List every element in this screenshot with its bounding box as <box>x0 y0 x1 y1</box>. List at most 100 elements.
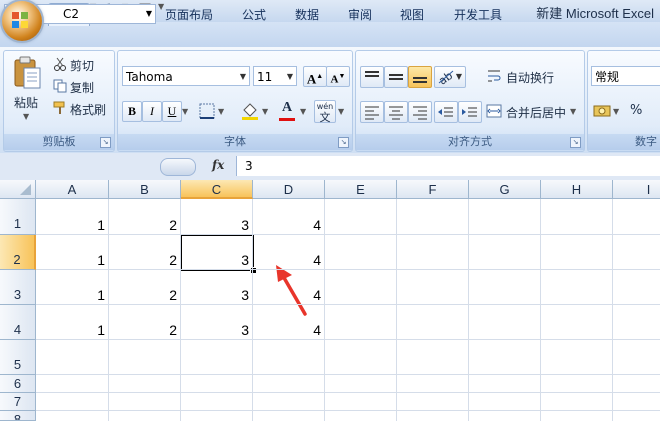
currency-icon[interactable] <box>593 102 611 120</box>
cell-d4[interactable]: 4 <box>252 305 325 340</box>
alignment-group-label: 对齐方式 <box>356 134 584 150</box>
row-header-7[interactable]: 7 <box>0 393 36 411</box>
merge-dropdown-icon[interactable]: ▼ <box>570 107 576 116</box>
office-logo-icon <box>12 12 28 28</box>
font-group: Tahoma ▼ 11 ▼ A▲ A▼ B I U ▼ ▼ ▼ A ▼ wén 文… <box>117 50 353 152</box>
orientation-button[interactable]: ab ▼ <box>434 66 466 88</box>
font-size-value: 11 <box>257 70 273 84</box>
column-header-a[interactable]: A <box>36 180 109 199</box>
column-header-g[interactable]: G <box>469 180 541 199</box>
format-painter-button[interactable]: 格式刷 <box>70 101 106 118</box>
row-header-3[interactable]: 3 <box>0 270 36 305</box>
borders-icon[interactable] <box>198 102 216 120</box>
select-all-icon <box>20 184 31 195</box>
row-header-1[interactable]: 1 <box>0 199 36 235</box>
fill-color-icon[interactable] <box>240 101 260 121</box>
cell-a2[interactable]: 1 <box>36 235 109 270</box>
shrink-font-button[interactable]: A▼ <box>326 66 350 87</box>
row-header-6[interactable]: 6 <box>0 375 36 393</box>
bold-button[interactable]: B <box>122 101 142 122</box>
align-top-icon <box>365 71 379 77</box>
phonetic-dropdown-icon[interactable]: ▼ <box>338 107 344 116</box>
select-all-button[interactable] <box>0 180 36 199</box>
number-group: 常规 ▼ % 数字 <box>587 50 660 152</box>
row-header-4[interactable]: 4 <box>0 305 36 340</box>
paste-button[interactable]: 粘贴 <box>14 94 38 111</box>
paste-icon[interactable] <box>12 56 42 90</box>
font-group-label: 字体 <box>118 134 352 150</box>
align-bottom-button[interactable] <box>408 66 432 88</box>
align-top-button[interactable] <box>360 66 384 88</box>
tab-data[interactable]: 数据 <box>287 5 327 25</box>
tab-view[interactable]: 视图 <box>392 5 432 25</box>
ribbon-tabs <box>0 22 660 47</box>
cell-b3[interactable]: 2 <box>108 270 181 305</box>
column-header-f[interactable]: F <box>397 180 469 199</box>
cell-c4[interactable]: 3 <box>180 305 253 340</box>
align-left-button[interactable] <box>360 101 384 123</box>
tab-formulas[interactable]: 公式 <box>234 5 274 25</box>
cell-b1[interactable]: 2 <box>108 199 181 235</box>
decrease-indent-button[interactable] <box>434 101 458 123</box>
font-launcher-icon[interactable]: ↘ <box>338 137 349 148</box>
currency-dropdown-icon[interactable]: ▼ <box>613 107 619 116</box>
font-name-select[interactable]: Tahoma ▼ <box>122 66 250 86</box>
align-bottom-icon <box>413 77 427 83</box>
number-format-select[interactable]: 常规 <box>591 66 660 86</box>
merge-center-button[interactable]: 合并后居中 <box>506 104 566 121</box>
tab-page-layout[interactable]: 页面布局 <box>157 5 221 25</box>
borders-dropdown-icon[interactable]: ▼ <box>218 107 224 116</box>
column-header-e[interactable]: E <box>325 180 397 199</box>
increase-indent-button[interactable] <box>458 101 482 123</box>
cell-d2[interactable]: 4 <box>252 235 325 270</box>
align-right-button[interactable] <box>408 101 432 123</box>
cell-a3[interactable]: 1 <box>36 270 109 305</box>
cell-b2[interactable]: 2 <box>108 235 181 270</box>
alignment-launcher-icon[interactable]: ↘ <box>570 137 581 148</box>
cell-c3[interactable]: 3 <box>180 270 253 305</box>
underline-dropdown-icon[interactable]: ▼ <box>182 107 188 116</box>
insert-function-button[interactable]: fx <box>212 158 224 172</box>
format-painter-icon <box>53 101 65 114</box>
row-header-8[interactable]: 8 <box>0 411 36 421</box>
row-header-2[interactable]: 2 <box>0 235 36 270</box>
phonetic-guide-button[interactable]: wén 文 <box>314 100 336 123</box>
row-header-5[interactable]: 5 <box>0 340 36 375</box>
font-color-button[interactable]: A <box>278 100 296 121</box>
align-middle-button[interactable] <box>384 66 408 88</box>
cell-b4[interactable]: 2 <box>108 305 181 340</box>
grow-font-button[interactable]: A▲ <box>303 66 327 87</box>
column-header-h[interactable]: H <box>541 180 613 199</box>
wrap-text-button[interactable]: 自动换行 <box>506 69 554 86</box>
clipboard-launcher-icon[interactable]: ↘ <box>100 137 111 148</box>
number-group-label: 数字 <box>588 134 660 150</box>
cell-a4[interactable]: 1 <box>36 305 109 340</box>
cut-icon <box>54 57 66 71</box>
cell-c2[interactable]: 3 <box>180 235 253 270</box>
tab-review[interactable]: 审阅 <box>340 5 380 25</box>
cut-button[interactable]: 剪切 <box>70 57 94 74</box>
italic-button[interactable]: I <box>142 101 162 122</box>
font-color-dropdown-icon[interactable]: ▼ <box>300 107 306 116</box>
fill-color-dropdown-icon[interactable]: ▼ <box>262 107 268 116</box>
chevron-down-icon: ▼ <box>239 72 246 81</box>
tab-developer[interactable]: 开发工具 <box>446 5 510 25</box>
text-orientation-icon: ab <box>436 69 455 88</box>
percent-button[interactable]: % <box>630 103 642 118</box>
cell-d3[interactable]: 4 <box>252 270 325 305</box>
column-header-b[interactable]: B <box>109 180 181 199</box>
cell-d1[interactable]: 4 <box>252 199 325 235</box>
chevron-down-icon: ▼ <box>145 9 152 18</box>
paste-dropdown-icon[interactable]: ▼ <box>23 112 29 121</box>
underline-button[interactable]: U <box>162 101 182 122</box>
copy-button[interactable]: 复制 <box>70 79 94 96</box>
formula-input[interactable]: 3 <box>236 156 660 176</box>
cell-a1[interactable]: 1 <box>36 199 109 235</box>
column-header-c[interactable]: C <box>181 180 253 199</box>
font-size-select[interactable]: 11 ▼ <box>253 66 297 86</box>
formula-bar-resize-handle[interactable] <box>160 158 196 176</box>
cell-c1[interactable]: 3 <box>180 199 253 235</box>
column-header-i[interactable]: I <box>613 180 660 199</box>
align-center-button[interactable] <box>384 101 408 123</box>
column-header-d[interactable]: D <box>253 180 325 199</box>
